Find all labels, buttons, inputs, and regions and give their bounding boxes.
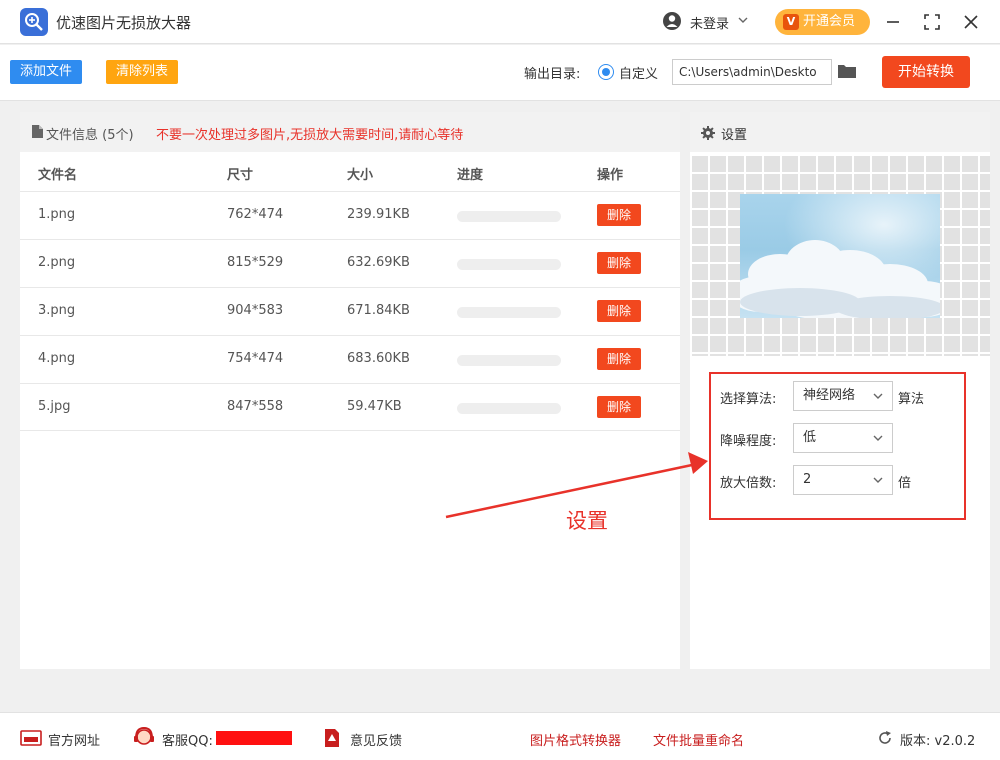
footer-bar: 官方网址 客服QQ: 意见反馈 图片格式转换器 文件批量重命名 版本: v2.0… xyxy=(0,712,1000,760)
file-info-bar: 文件信息 (5个) 不要一次处理过多图片,无损放大需要时间,请耐心等待 xyxy=(20,112,680,152)
vip-label: 开通会员 xyxy=(803,14,856,29)
progress-bar xyxy=(457,307,561,318)
version-label: 版本: v2.0.2 xyxy=(900,734,976,749)
settings-header: 设置 xyxy=(690,112,990,152)
maximize-icon[interactable] xyxy=(921,11,943,33)
file-dimensions: 815*529 xyxy=(227,255,284,270)
support-qq-label: 客服QQ: xyxy=(162,734,213,749)
file-list-panel: 文件信息 (5个) 不要一次处理过多图片,无损放大需要时间,请耐心等待 文件名 … xyxy=(20,112,680,669)
algorithm-suffix: 算法 xyxy=(898,392,925,407)
preview-image xyxy=(740,194,940,318)
user-icon[interactable] xyxy=(662,11,682,31)
table-row[interactable]: 5.jpg 847*558 59.47KB 删除 xyxy=(20,383,680,431)
add-file-button[interactable]: 添加文件 xyxy=(10,60,82,84)
file-name: 5.jpg xyxy=(38,399,71,414)
annotation-label: 设置 xyxy=(566,509,608,533)
folder-icon[interactable] xyxy=(837,62,857,80)
login-status[interactable]: 未登录 xyxy=(690,13,729,32)
close-icon[interactable] xyxy=(960,11,982,33)
progress-bar xyxy=(457,259,561,270)
custom-dir-radio-label[interactable]: 自定义 xyxy=(619,63,658,82)
table-row[interactable]: 1.png 762*474 239.91KB 删除 xyxy=(20,191,680,239)
feedback-icon[interactable] xyxy=(324,728,340,748)
file-dimensions: 762*474 xyxy=(227,207,284,222)
app-title: 优速图片无损放大器 xyxy=(56,14,192,32)
file-size: 632.69KB xyxy=(347,255,410,270)
file-size: 683.60KB xyxy=(347,351,410,366)
progress-bar xyxy=(457,403,561,414)
file-name: 1.png xyxy=(38,207,76,222)
app-logo-icon xyxy=(20,8,48,36)
delete-button[interactable]: 删除 xyxy=(597,252,641,274)
delete-button[interactable]: 删除 xyxy=(597,348,641,370)
website-icon[interactable] xyxy=(20,730,42,746)
output-dir-label: 输出目录: xyxy=(524,67,581,82)
batch-rename-link[interactable]: 文件批量重命名 xyxy=(653,730,744,749)
file-icon xyxy=(32,125,43,138)
denoise-value: 低 xyxy=(803,430,817,445)
delete-button[interactable]: 删除 xyxy=(597,204,641,226)
title-bar: 优速图片无损放大器 未登录 V 开通会员 xyxy=(0,0,1000,44)
scale-label: 放大倍数: xyxy=(720,476,777,491)
scale-suffix: 倍 xyxy=(898,476,912,491)
clear-list-button[interactable]: 清除列表 xyxy=(106,60,178,84)
file-dimensions: 754*474 xyxy=(227,351,284,366)
table-row[interactable]: 3.png 904*583 671.84KB 删除 xyxy=(20,287,680,335)
refresh-icon[interactable] xyxy=(877,730,893,746)
output-path-input[interactable]: C:\Users\admin\Deskto xyxy=(672,59,832,85)
column-header-action: 操作 xyxy=(597,168,624,183)
format-converter-link[interactable]: 图片格式转换器 xyxy=(530,730,621,749)
vip-button[interactable]: V 开通会员 xyxy=(775,9,870,35)
file-size: 239.91KB xyxy=(347,207,410,222)
denoise-label: 降噪程度: xyxy=(720,434,777,449)
column-header-name: 文件名 xyxy=(38,168,78,183)
scale-value: 2 xyxy=(803,472,812,487)
minimize-icon[interactable] xyxy=(882,11,904,33)
column-header-dimensions: 尺寸 xyxy=(227,168,254,183)
delete-button[interactable]: 删除 xyxy=(597,396,641,418)
gear-icon xyxy=(701,126,715,140)
file-name: 2.png xyxy=(38,255,76,270)
delete-button[interactable]: 删除 xyxy=(597,300,641,322)
chevron-down-icon xyxy=(873,393,883,399)
file-size: 59.47KB xyxy=(347,399,402,414)
file-info-title: 文件信息 (5个) xyxy=(46,128,134,143)
file-dimensions: 904*583 xyxy=(227,303,284,318)
progress-bar xyxy=(457,211,561,222)
website-link[interactable]: 官方网址 xyxy=(48,730,100,749)
algorithm-label: 选择算法: xyxy=(720,392,777,407)
toolbar: 添加文件 清除列表 输出目录: 自定义 C:\Users\admin\Deskt… xyxy=(0,45,1000,101)
customer-service-icon[interactable] xyxy=(133,726,155,748)
file-dimensions: 847*558 xyxy=(227,399,284,414)
column-header-filesize: 大小 xyxy=(347,168,374,183)
feedback-link[interactable]: 意见反馈 xyxy=(350,730,402,749)
denoise-select[interactable]: 低 xyxy=(793,423,893,453)
start-convert-button[interactable]: 开始转换 xyxy=(882,56,970,88)
custom-dir-radio[interactable] xyxy=(598,64,614,80)
file-info-warning: 不要一次处理过多图片,无损放大需要时间,请耐心等待 xyxy=(156,128,464,143)
table-row[interactable]: 4.png 754*474 683.60KB 删除 xyxy=(20,335,680,383)
chevron-down-icon xyxy=(873,435,883,441)
file-size: 671.84KB xyxy=(347,303,410,318)
progress-bar xyxy=(457,355,561,366)
algorithm-select[interactable]: 神经网络 xyxy=(793,381,893,411)
settings-title: 设置 xyxy=(721,128,748,143)
file-name: 4.png xyxy=(38,351,76,366)
column-header-progress: 进度 xyxy=(457,168,484,183)
redacted-qq-number xyxy=(216,731,292,745)
file-name: 3.png xyxy=(38,303,76,318)
table-row[interactable]: 2.png 815*529 632.69KB 删除 xyxy=(20,239,680,287)
scale-select[interactable]: 2 xyxy=(793,465,893,495)
chevron-down-icon xyxy=(873,477,883,483)
algorithm-value: 神经网络 xyxy=(803,388,856,403)
chevron-down-icon[interactable] xyxy=(738,16,748,24)
vip-icon: V xyxy=(783,14,799,30)
